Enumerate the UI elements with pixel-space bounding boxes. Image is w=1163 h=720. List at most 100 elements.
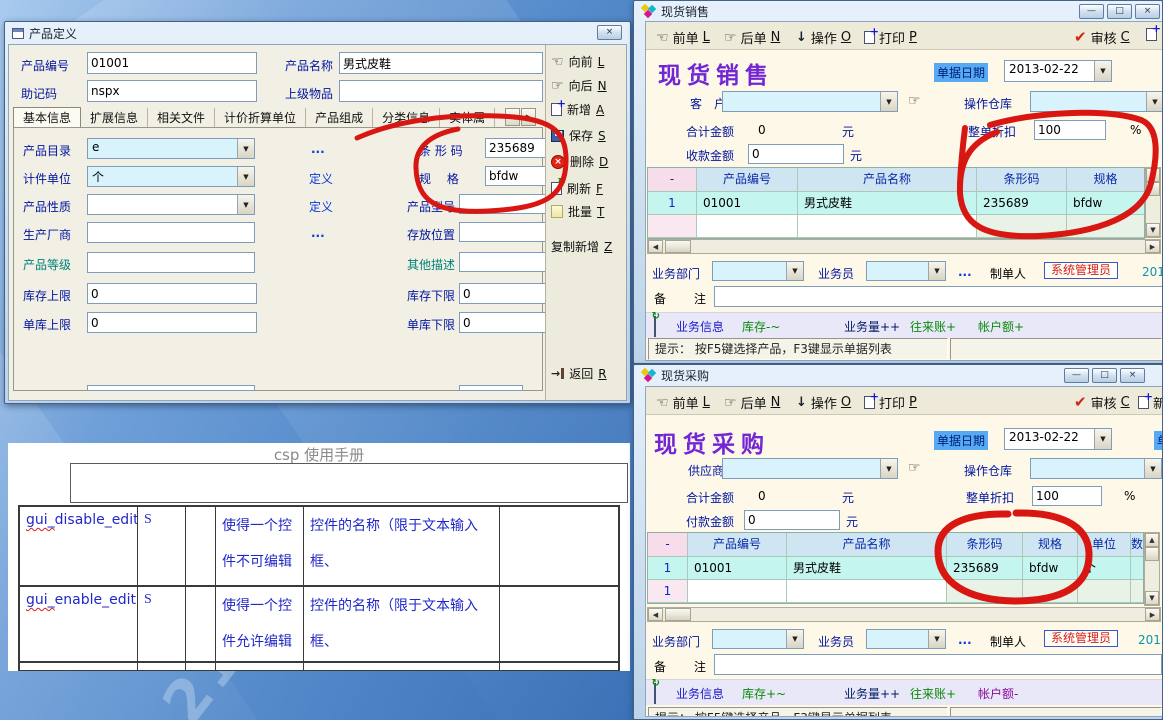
new-doc-button[interactable]: + bbox=[1146, 28, 1157, 41]
clerk-browse-link[interactable]: ... bbox=[958, 265, 972, 279]
received-amount-input[interactable] bbox=[748, 144, 844, 164]
row-number-cell[interactable]: 1 bbox=[648, 557, 688, 580]
scrollbar-track[interactable] bbox=[1145, 547, 1159, 591]
audit-button[interactable]: ✔审核C bbox=[1074, 28, 1130, 47]
catalog-browse-link[interactable]: ... bbox=[311, 142, 325, 156]
scroll-left-icon[interactable]: ◀ bbox=[648, 240, 663, 253]
doc-date-label[interactable]: 单据日期 bbox=[934, 431, 988, 450]
name-cell[interactable] bbox=[787, 580, 947, 603]
nature-define-link[interactable]: 定义 bbox=[309, 198, 333, 215]
scroll-up-icon[interactable]: ▲ bbox=[1146, 168, 1160, 182]
chevron-down-icon[interactable]: ▼ bbox=[1146, 92, 1163, 111]
unit-combo[interactable]: 个▼ bbox=[87, 166, 255, 187]
column-header-barcode[interactable]: 条形码 bbox=[947, 533, 1023, 557]
chevron-down-icon[interactable]: ▼ bbox=[928, 262, 945, 280]
column-header-spec[interactable]: 规格 bbox=[1067, 168, 1144, 192]
clerk-combo[interactable]: ▼ bbox=[866, 629, 946, 649]
column-header-name[interactable]: 产品名称 bbox=[787, 533, 947, 557]
chevron-down-icon[interactable]: ▼ bbox=[880, 92, 897, 111]
return-button[interactable]: →返回R bbox=[551, 365, 607, 382]
maximize-button[interactable]: □ bbox=[1107, 4, 1132, 19]
scroll-up-icon[interactable]: ▲ bbox=[1145, 533, 1159, 547]
scrollbar-track[interactable] bbox=[1146, 182, 1160, 223]
chevron-down-icon[interactable]: ▼ bbox=[786, 262, 803, 280]
unit-define-link[interactable]: 定义 bbox=[309, 170, 333, 187]
code-cell[interactable]: 01001 bbox=[697, 192, 798, 215]
scrollbar-thumb[interactable] bbox=[665, 240, 691, 253]
spec-cell[interactable]: bfdw bbox=[1067, 192, 1144, 215]
hand-pick-icon[interactable]: ☞ bbox=[908, 94, 921, 108]
chevron-down-icon[interactable]: ▼ bbox=[1094, 61, 1111, 81]
chevron-down-icon[interactable]: ▼ bbox=[237, 167, 254, 186]
column-header-code[interactable]: 产品编号 bbox=[697, 168, 798, 192]
nature-combo[interactable]: ▼ bbox=[87, 194, 255, 215]
warehouse-combo[interactable]: ▼ bbox=[1030, 458, 1162, 479]
maximize-button[interactable]: □ bbox=[1092, 368, 1117, 383]
qty-cell[interactable] bbox=[1131, 557, 1143, 580]
account-balance-link[interactable]: 帐户额- bbox=[978, 685, 1018, 702]
name-cell[interactable]: 男式皮鞋 bbox=[798, 192, 977, 215]
next-doc-button[interactable]: ☞后单N bbox=[724, 393, 780, 412]
parent-item-input[interactable] bbox=[339, 80, 543, 102]
scroll-right-icon[interactable]: ▶ bbox=[1145, 240, 1160, 253]
column-header[interactable]: - bbox=[648, 533, 688, 557]
column-header-spec[interactable]: 规格 bbox=[1023, 533, 1078, 557]
prev-button[interactable]: ☜向前L bbox=[551, 53, 604, 70]
next-button[interactable]: ☞向后N bbox=[551, 77, 607, 94]
column-header-unit[interactable]: 单位 bbox=[1078, 533, 1131, 557]
tab-entity-attrs[interactable]: 实体属 bbox=[440, 108, 495, 128]
add-button[interactable]: +新增A bbox=[551, 101, 604, 118]
doc-date-combo[interactable]: 2013-02-22▼ bbox=[1004, 428, 1112, 450]
delete-button[interactable]: ×删除D bbox=[551, 153, 608, 170]
column-header-barcode[interactable]: 条形码 bbox=[977, 168, 1067, 192]
note-input[interactable] bbox=[714, 654, 1162, 675]
spec-cell[interactable]: bfdw bbox=[1023, 557, 1078, 580]
tab-related-files[interactable]: 相关文件 bbox=[148, 108, 215, 128]
chevron-down-icon[interactable]: ▼ bbox=[1094, 429, 1111, 449]
prev-doc-button[interactable]: ☜前单L bbox=[656, 393, 710, 412]
mnemonic-input[interactable] bbox=[87, 80, 257, 102]
scrollbar-thumb[interactable] bbox=[1146, 182, 1160, 196]
row-number-cell[interactable]: 1 bbox=[648, 580, 688, 603]
tab-extended-info[interactable]: 扩展信息 bbox=[81, 108, 148, 128]
chevron-down-icon[interactable]: ▼ bbox=[237, 195, 254, 214]
column-header-code[interactable]: 产品编号 bbox=[688, 533, 787, 557]
account-balance-link[interactable]: 帐户额+ bbox=[978, 318, 1024, 335]
column-header-name[interactable]: 产品名称 bbox=[798, 168, 977, 192]
unit-cell[interactable]: 个 bbox=[1078, 557, 1131, 580]
paid-amount-input[interactable] bbox=[744, 510, 840, 530]
doc-date-combo[interactable]: 2013-02-22▼ bbox=[1004, 60, 1112, 82]
tab-scroll-left-icon[interactable]: ◀ bbox=[505, 108, 520, 126]
account-current-link[interactable]: 往来账+ bbox=[910, 685, 956, 702]
grid-horizontal-scrollbar[interactable]: ◀ ▶ bbox=[647, 239, 1161, 254]
supplier-combo[interactable]: ▼ bbox=[722, 458, 898, 479]
business-volume-link[interactable]: 业务量++ bbox=[844, 318, 900, 335]
column-header[interactable]: - bbox=[648, 168, 697, 192]
name-cell[interactable]: 男式皮鞋 bbox=[787, 557, 947, 580]
code-cell[interactable] bbox=[697, 215, 798, 238]
minimize-button[interactable]: — bbox=[1064, 368, 1089, 383]
discount-input[interactable] bbox=[1032, 486, 1102, 506]
operations-button[interactable]: ↓操作O bbox=[796, 28, 851, 47]
chevron-down-icon[interactable]: ▼ bbox=[880, 459, 897, 478]
single-stock-upper-input[interactable] bbox=[87, 312, 257, 333]
catalog-combo[interactable]: e▼ bbox=[87, 138, 255, 159]
next-doc-button[interactable]: ☞后单N bbox=[724, 28, 780, 47]
barcode-cell[interactable] bbox=[947, 580, 1023, 603]
discount-input[interactable] bbox=[1034, 120, 1106, 140]
row-number-cell[interactable] bbox=[648, 215, 697, 238]
tab-basic-info[interactable]: 基本信息 bbox=[13, 107, 81, 127]
dept-combo[interactable]: ▼ bbox=[712, 261, 804, 281]
tab-product-composition[interactable]: 产品组成 bbox=[306, 108, 373, 128]
product-code-input[interactable] bbox=[87, 52, 257, 74]
stock-link[interactable]: 库存+~ bbox=[742, 685, 786, 702]
business-info-link[interactable]: 业务信息 bbox=[676, 318, 724, 335]
close-button[interactable]: × bbox=[1135, 4, 1160, 19]
barcode-cell[interactable] bbox=[977, 215, 1067, 238]
chevron-down-icon[interactable]: ▼ bbox=[786, 630, 803, 648]
operations-button[interactable]: ↓操作O bbox=[796, 393, 851, 412]
close-button[interactable]: × bbox=[597, 25, 622, 40]
close-button[interactable]: × bbox=[1120, 368, 1145, 383]
grid-vertical-scrollbar[interactable]: ▲ ▼ bbox=[1145, 167, 1161, 238]
product-window-titlebar[interactable]: 产品定义 bbox=[5, 22, 630, 44]
